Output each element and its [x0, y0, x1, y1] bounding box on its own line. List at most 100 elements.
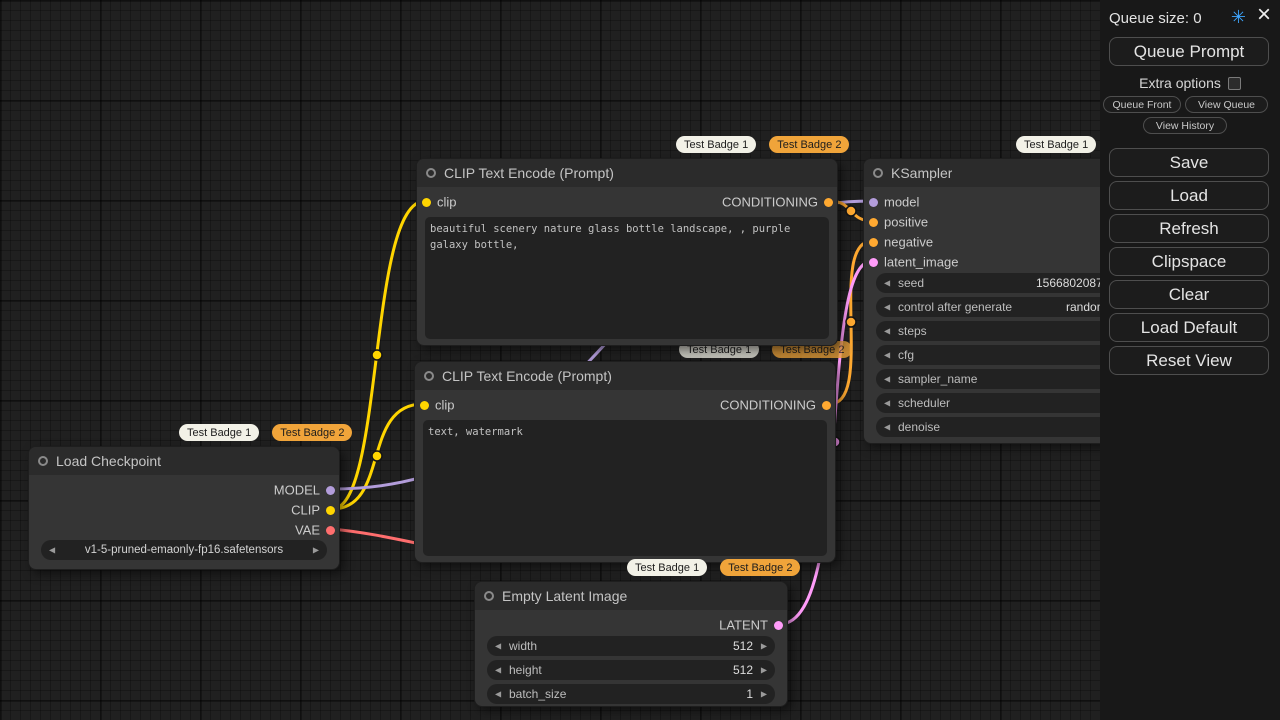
widget-right-arrow-icon[interactable]: ▶	[761, 642, 767, 651]
output-row-model: MODEL	[29, 480, 339, 500]
reset-view-button[interactable]: Reset View	[1109, 346, 1269, 375]
ckpt-name-value: v1-5-pruned-emaonly-fp16.safetensors	[63, 544, 305, 556]
node-clip-text-encode-positive[interactable]: CLIP Text Encode (Prompt) clip CONDITION…	[416, 158, 838, 346]
vae-output-dot[interactable]	[326, 526, 335, 535]
load-button[interactable]: Load	[1109, 181, 1269, 210]
settings-gear-icon[interactable]: ✳	[1231, 8, 1246, 26]
view-history-button[interactable]: View History	[1143, 117, 1227, 134]
test-badge-2: Test Badge 2	[720, 559, 800, 576]
widget-right-arrow-icon[interactable]: ▶	[761, 690, 767, 699]
widget-left-arrow-icon[interactable]: ◀	[884, 351, 890, 360]
widget-left-arrow-icon[interactable]: ◀	[884, 327, 890, 336]
badge-row-clip-positive: Test Badge 1 Test Badge 2	[676, 136, 849, 153]
view-queue-button[interactable]: View Queue	[1185, 96, 1268, 113]
conditioning-output-dot[interactable]	[824, 198, 833, 207]
test-badge-1: Test Badge 1	[1016, 136, 1096, 153]
input-label: negative	[884, 235, 933, 250]
model-input-dot[interactable]	[869, 198, 878, 207]
test-badge-2: Test Badge 2	[272, 424, 352, 441]
link-midpoint-dot	[372, 451, 382, 461]
comfy-menu-panel: Queue size: 0 ✳ × Queue Prompt Extra opt…	[1100, 0, 1280, 720]
widget-label: cfg	[898, 348, 914, 362]
output-label: LATENT	[719, 618, 768, 633]
widget-left-arrow-icon[interactable]: ◀	[884, 423, 890, 432]
positive-input-dot[interactable]	[869, 218, 878, 227]
node-title-bar[interactable]: Empty Latent Image	[475, 582, 787, 610]
node-title-bar[interactable]: CLIP Text Encode (Prompt)	[415, 362, 835, 390]
clip-input-dot[interactable]	[420, 401, 429, 410]
clipspace-button[interactable]: Clipspace	[1109, 247, 1269, 276]
clip-input-dot[interactable]	[422, 198, 431, 207]
widget-left-arrow-icon[interactable]: ◀	[495, 666, 501, 675]
output-label: CONDITIONING	[722, 195, 818, 210]
node-title-bar[interactable]: CLIP Text Encode (Prompt)	[417, 159, 837, 187]
input-label: clip	[435, 398, 455, 413]
model-output-dot[interactable]	[326, 486, 335, 495]
queue-size-label: Queue size: 0	[1109, 10, 1202, 27]
widget-left-arrow-icon[interactable]: ◀	[495, 642, 501, 651]
latent-image-input-dot[interactable]	[869, 258, 878, 267]
ckpt-name-combo[interactable]: ◀ v1-5-pruned-emaonly-fp16.safetensors ▶	[41, 540, 327, 560]
queue-prompt-button[interactable]: Queue Prompt	[1109, 37, 1269, 66]
conditioning-output-dot[interactable]	[822, 401, 831, 410]
widget-label: denoise	[898, 420, 940, 434]
link-midpoint-dot	[846, 206, 856, 216]
node-load-checkpoint[interactable]: Load Checkpoint MODEL CLIP VAE ◀ v1-5-pr…	[28, 446, 340, 570]
output-label: CONDITIONING	[720, 398, 816, 413]
clip-output-dot[interactable]	[326, 506, 335, 515]
link-midpoint-dot	[372, 350, 382, 360]
refresh-button[interactable]: Refresh	[1109, 214, 1269, 243]
node-title: KSampler	[891, 165, 952, 181]
collapse-dot-icon[interactable]	[424, 371, 434, 381]
widget-left-arrow-icon[interactable]: ◀	[884, 399, 890, 408]
widget-value: 512	[733, 639, 753, 653]
node-empty-latent-image[interactable]: Empty Latent Image LATENT ◀ width 512 ▶ …	[474, 581, 788, 707]
collapse-dot-icon[interactable]	[38, 456, 48, 466]
negative-prompt-textarea[interactable]: text, watermark	[423, 420, 827, 556]
widget-left-arrow-icon[interactable]: ◀	[884, 279, 890, 288]
node-graph-canvas[interactable]: Load Checkpoint MODEL CLIP VAE ◀ v1-5-pr…	[0, 0, 1280, 720]
combo-left-arrow-icon[interactable]: ◀	[49, 546, 55, 555]
node-title: Empty Latent Image	[502, 588, 627, 604]
badge-row-load-checkpoint: Test Badge 1 Test Badge 2	[179, 424, 352, 441]
save-button[interactable]: Save	[1109, 148, 1269, 177]
node-title-bar[interactable]: Load Checkpoint	[29, 447, 339, 475]
test-badge-1: Test Badge 1	[676, 136, 756, 153]
widget-left-arrow-icon[interactable]: ◀	[495, 690, 501, 699]
batch-size-widget[interactable]: ◀ batch_size 1 ▶	[487, 684, 775, 704]
widget-label: scheduler	[898, 396, 950, 410]
widget-value: 1566802087	[1036, 276, 1103, 290]
close-icon[interactable]: ×	[1257, 3, 1271, 27]
widget-left-arrow-icon[interactable]: ◀	[884, 375, 890, 384]
node-title: CLIP Text Encode (Prompt)	[444, 165, 614, 181]
slot-row-clip-conditioning: clip CONDITIONING	[415, 395, 835, 415]
output-label: VAE	[295, 523, 320, 538]
input-label: model	[884, 195, 919, 210]
widget-left-arrow-icon[interactable]: ◀	[884, 303, 890, 312]
collapse-dot-icon[interactable]	[426, 168, 436, 178]
test-badge-1: Test Badge 1	[627, 559, 707, 576]
collapse-dot-icon[interactable]	[873, 168, 883, 178]
input-label: latent_image	[884, 255, 958, 270]
combo-right-arrow-icon[interactable]: ▶	[313, 546, 319, 555]
collapse-dot-icon[interactable]	[484, 591, 494, 601]
negative-input-dot[interactable]	[869, 238, 878, 247]
width-widget[interactable]: ◀ width 512 ▶	[487, 636, 775, 656]
output-row-vae: VAE	[29, 520, 339, 540]
queue-front-button[interactable]: Queue Front	[1103, 96, 1181, 113]
clear-button[interactable]: Clear	[1109, 280, 1269, 309]
positive-prompt-textarea[interactable]: beautiful scenery nature glass bottle la…	[425, 217, 829, 339]
extra-options-label: Extra options	[1139, 75, 1221, 91]
latent-output-dot[interactable]	[774, 621, 783, 630]
input-label: positive	[884, 215, 928, 230]
height-widget[interactable]: ◀ height 512 ▶	[487, 660, 775, 680]
extra-options-checkbox[interactable]	[1228, 77, 1241, 90]
widget-label: width	[509, 639, 537, 653]
node-clip-text-encode-negative[interactable]: CLIP Text Encode (Prompt) clip CONDITION…	[414, 361, 836, 563]
load-default-button[interactable]: Load Default	[1109, 313, 1269, 342]
node-title: CLIP Text Encode (Prompt)	[442, 368, 612, 384]
widget-label: control after generate	[898, 300, 1012, 314]
badge-row-empty-latent: Test Badge 1 Test Badge 2	[627, 559, 800, 576]
test-badge-1: Test Badge 1	[179, 424, 259, 441]
widget-right-arrow-icon[interactable]: ▶	[761, 666, 767, 675]
